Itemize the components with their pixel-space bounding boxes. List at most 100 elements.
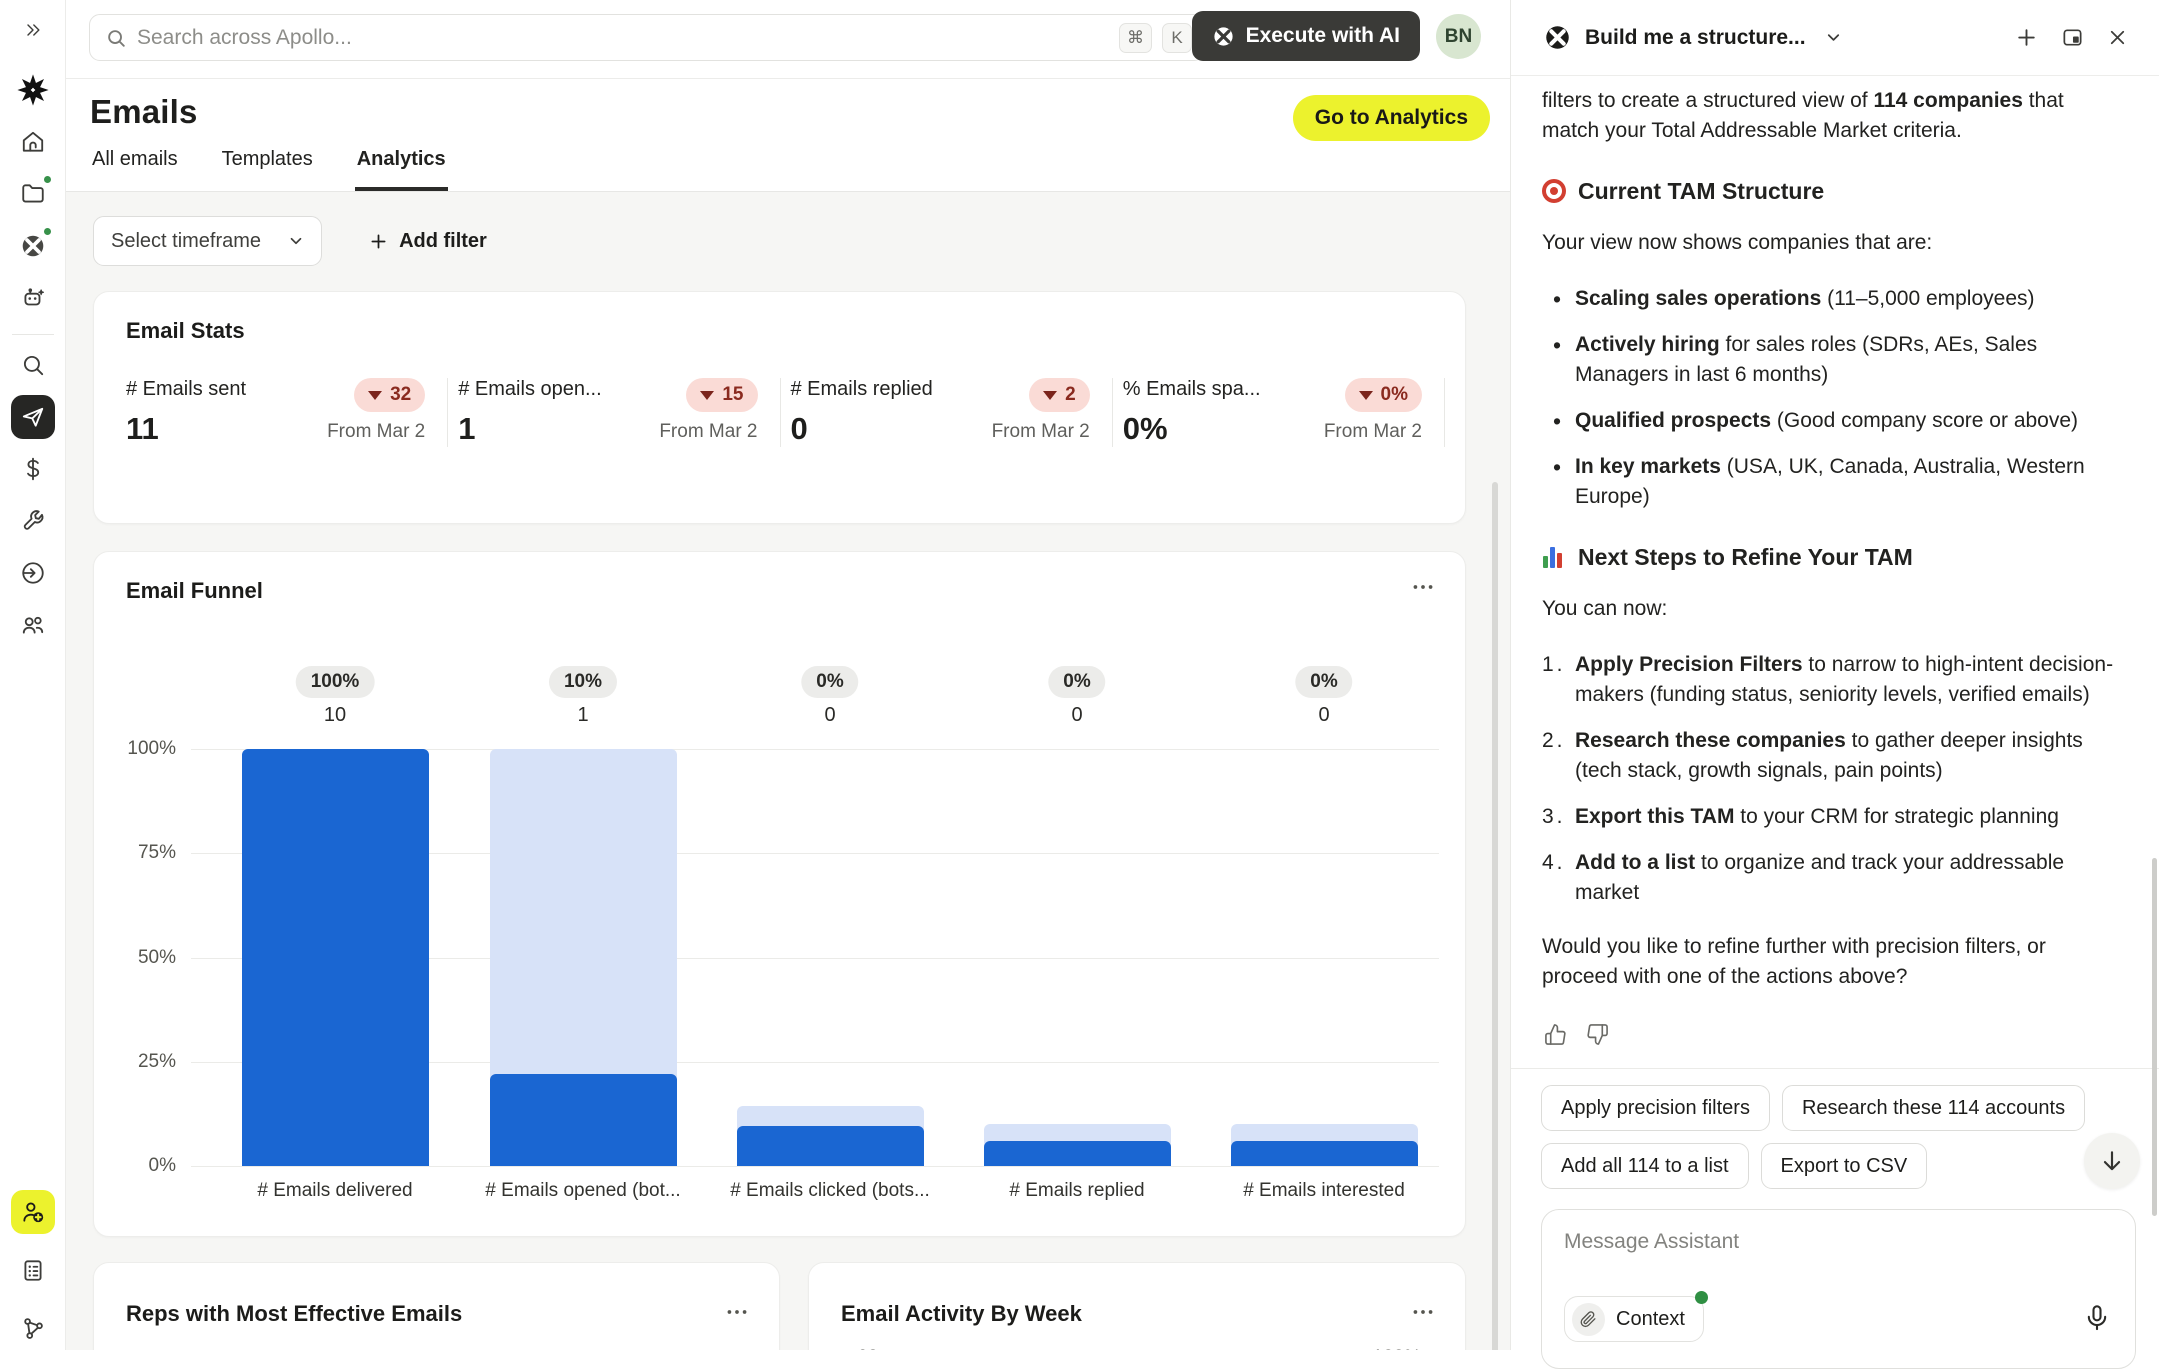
sidebar-item-tools[interactable] [11,499,55,543]
page-title: Emails [90,93,198,131]
conversation-dropdown-chevron-icon[interactable] [1820,24,1847,51]
x-axis-label: # Emails delivered [257,1180,412,1202]
sidebar-item-deals[interactable] [11,447,55,491]
activity-menu-button[interactable] [1405,1297,1441,1327]
x-axis-label: # Emails opened (bot... [485,1180,680,1202]
stat-delta-badge: 2 [1029,378,1090,412]
stat-label: % Emails spa... [1123,378,1261,401]
ai-assistant-panel: Build me a structure... filters to creat… [1510,0,2159,1350]
scroll-to-bottom-button[interactable] [2084,1133,2140,1189]
thumbs-up-button[interactable] [1542,1021,1569,1048]
tab-all-emails[interactable]: All emails [90,148,180,191]
target-icon [1542,179,1566,203]
execute-with-ai-button[interactable]: Execute with AI [1192,11,1420,61]
sidebar-item-ai-agents[interactable] [11,276,55,320]
activity-card-title: Email Activity By Week [841,1301,1082,1327]
stat-delta-badge: 15 [686,378,757,412]
command-keycap: ⌘ [1119,23,1152,53]
action-button-export-to-csv[interactable]: Export to CSV [1761,1143,1928,1189]
tam-bullet: Qualified prospects (Good company score … [1575,406,2117,436]
sidebar-item-search[interactable] [11,343,55,387]
person-add-icon [20,1199,46,1225]
apollo-logo-icon [16,73,50,107]
reps-menu-button[interactable] [719,1297,755,1327]
sidebar-item-folders[interactable] [11,172,55,216]
funnel-percent-label: 0% [1295,666,1352,698]
tam-bullet: In key markets (USA, UK, Canada, Austral… [1575,452,2117,512]
page-header: Emails Go to Analytics All emails Templat… [66,79,1510,192]
assistant-message-input[interactable]: Message Assistant [1564,1230,2113,1254]
add-filter-button[interactable]: Add filter [368,230,487,253]
tam-structure-heading: Current TAM Structure [1542,176,2117,206]
next-step-item: Add to a list to organize and track your… [1575,848,2117,908]
x-axis-label: # Emails interested [1243,1180,1405,1202]
left-sidebar [0,0,66,1350]
clipboard-icon [20,1257,46,1283]
sidebar-item-workflows[interactable] [11,1306,55,1350]
main-scrollbar[interactable] [1492,482,1498,1350]
sidebar-item-tasks[interactable] [11,1248,55,1292]
funnel-bar-unique [1231,1141,1418,1166]
next-step-item: Export this TAM to your CRM for strategi… [1575,802,2117,832]
action-button-research-these-114-accounts[interactable]: Research these 114 accounts [1782,1085,2085,1131]
stat-value: 11 [126,411,246,447]
go-to-analytics-button[interactable]: Go to Analytics [1293,95,1490,141]
intro-paragraph: filters to create a structured view of 1… [1542,86,2117,146]
search-icon [20,352,46,378]
user-avatar[interactable]: BN [1436,14,1481,59]
triangle-down-icon [1359,391,1373,400]
conversation-title[interactable]: Build me a structure... [1585,26,1806,50]
tab-templates[interactable]: Templates [220,148,315,191]
new-conversation-button[interactable] [2010,21,2043,54]
timeframe-select[interactable]: Select timeframe [93,216,322,266]
ai-orb-icon [1212,25,1235,48]
home-icon [20,129,46,155]
x-axis-label: # Emails replied [1009,1180,1144,1202]
context-button[interactable]: Context [1564,1296,1704,1342]
tab-analytics[interactable]: Analytics [355,148,448,191]
email-stats-card: Email Stats # Emails sent 11 32 From Mar… [93,291,1466,524]
assistant-header: Build me a structure... [1511,0,2159,76]
sidebar-item-enrich[interactable] [11,551,55,595]
microphone-icon[interactable] [2083,1304,2111,1332]
search-input[interactable] [137,26,1109,50]
stat-delta-badge: 32 [354,378,425,412]
sidebar-item-engage[interactable] [11,395,55,439]
message-composer[interactable]: Message Assistant Context [1541,1209,2136,1369]
x-axis-label: # Emails clicked (bots... [730,1180,930,1202]
funnel-bar-unique [490,1074,677,1166]
sidebar-item-home[interactable] [11,120,55,164]
gridline [191,1166,1439,1167]
email-funnel-chart: 100%75%50%25%0%100%10# Emails delivered1… [94,552,1465,1236]
action-button-apply-precision-filters[interactable]: Apply precision filters [1541,1085,1770,1131]
funnel-count-label: 0 [1071,704,1082,727]
sidebar-item-explore[interactable] [11,224,55,268]
action-button-add-all-114-to-a-list[interactable]: Add all 114 to a list [1541,1143,1749,1189]
sidebar-item-people[interactable] [11,603,55,647]
folder-icon [20,181,46,207]
close-panel-icon[interactable] [2102,22,2133,53]
global-search[interactable]: ⌘ K [89,14,1205,61]
sidebar-item-invite[interactable] [11,1190,55,1234]
thumbs-down-button[interactable] [1584,1021,1611,1048]
robot-icon [20,285,46,311]
funnel-percent-label: 0% [1048,666,1105,698]
chevron-down-icon [287,232,305,250]
expand-sidebar-icon[interactable] [11,8,55,52]
apollo-logo[interactable] [11,68,55,112]
funnel-percent-label: 10% [549,666,617,698]
closing-question: Would you like to refine further with pr… [1542,932,2117,992]
main-area: Emails Go to Analytics All emails Templat… [66,79,1510,1350]
stat-period: From Mar 2 [1324,421,1422,443]
funnel-count-label: 0 [824,704,835,727]
tab-bar: All emails Templates Analytics [90,148,448,191]
email-activity-card: Email Activity By Week 60 100% [808,1262,1466,1350]
panel-scrollbar[interactable] [2152,858,2157,1216]
reps-card-title: Reps with Most Effective Emails [126,1301,462,1327]
y-axis-tick: 100% [112,738,176,760]
tam-bullet: Scaling sales operations (11–5,000 emplo… [1575,284,2117,314]
dock-panel-icon[interactable] [2057,22,2088,53]
notification-dot [42,174,53,185]
analytics-content: Select timeframe Add filter Email Stats … [66,192,1510,1350]
stat-label: # Emails open... [458,378,601,401]
